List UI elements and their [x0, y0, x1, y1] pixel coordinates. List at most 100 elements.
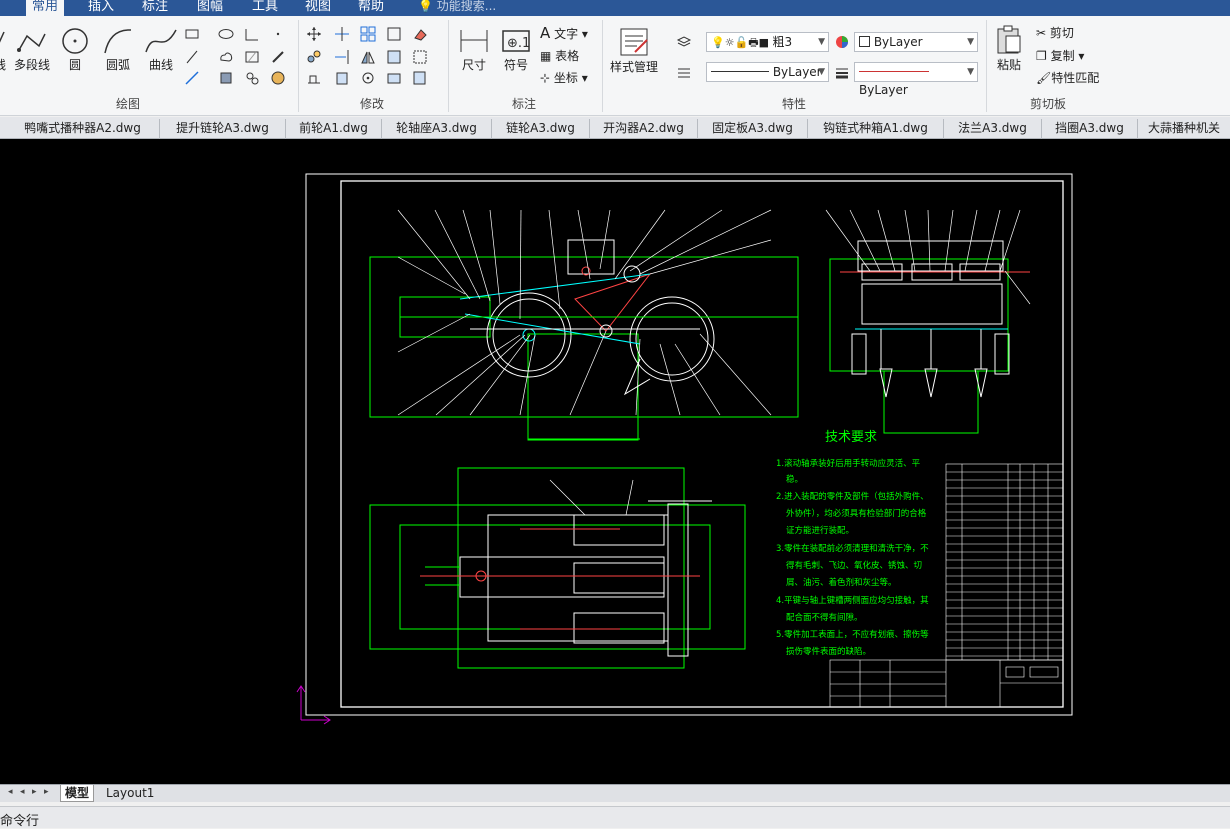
style-manager-tool[interactable]: 样式管理 — [610, 26, 658, 75]
menu-bar: 常用 插入 标注 图幅 工具 视图 帮助 💡 功能搜索... — [0, 0, 1230, 16]
hatch-icon[interactable] — [244, 49, 260, 65]
point-icon[interactable] — [270, 26, 286, 42]
first-tab-icon[interactable]: ◂ — [8, 787, 13, 797]
select-box-icon[interactable] — [412, 49, 428, 65]
last-tab-icon[interactable]: ▸ — [44, 787, 49, 797]
tech-line: 得有毛刺、飞边、氧化皮、锈蚀、切 — [786, 560, 922, 571]
command-line[interactable]: 命令行 — [0, 806, 1230, 829]
tab-help[interactable]: 帮助 — [358, 0, 384, 16]
symbol-tool[interactable]: ⊕.1 符号 — [500, 26, 532, 73]
tab-layout1[interactable]: Layout1 — [102, 785, 158, 802]
offset-icon[interactable] — [386, 26, 402, 42]
file-tab[interactable]: 鸭嘴式播种器A2.dwg — [6, 119, 160, 139]
modify-group-label: 修改 — [360, 97, 385, 111]
linetype-select[interactable]: ByLayer ▼ — [706, 62, 829, 82]
rotate-icon[interactable] — [360, 70, 376, 86]
paste-tool[interactable]: 粘贴 — [994, 24, 1024, 73]
break-icon[interactable] — [386, 70, 402, 86]
file-tab[interactable]: 大蒜播种机关 — [1138, 119, 1230, 139]
tab-model[interactable]: 模型 — [60, 785, 95, 802]
pen-icon[interactable] — [270, 49, 286, 65]
sheet-outer-border — [305, 173, 1073, 716]
line-tool[interactable]: 线 — [0, 28, 6, 73]
ray-icon[interactable] — [184, 70, 200, 86]
color-select[interactable]: ByLayer ▼ — [854, 32, 978, 52]
tech-line: 损伤零件表面的缺陷。 — [786, 646, 871, 657]
ribbon: 线 多段线 圆 圆弧 曲线 绘图 修改 尺寸 ⊕.1 符号 A 文字 ▾ ▦ 表… — [0, 16, 1230, 116]
polyline-tool[interactable]: 多段线 — [14, 28, 50, 73]
rectangle-icon[interactable] — [184, 26, 200, 42]
file-tab[interactable]: 固定板A3.dwg — [698, 119, 808, 139]
curve-tool[interactable]: 曲线 — [144, 26, 178, 73]
dimension-tool[interactable]: 尺寸 — [458, 26, 490, 73]
circle-tool[interactable]: 圆 — [60, 26, 90, 73]
table-icon: ▦ — [540, 49, 552, 63]
tab-home[interactable]: 常用 — [26, 0, 65, 16]
coord-tool[interactable]: ⊹ 坐标 ▾ — [540, 69, 588, 86]
file-tab[interactable]: 前轮A1.dwg — [286, 119, 382, 139]
explode-icon[interactable] — [334, 70, 350, 86]
cut-button[interactable]: ✂ 剪切 — [1036, 24, 1074, 41]
polyline-icon — [17, 33, 46, 52]
file-tab[interactable]: 钩链式种箱A1.dwg — [808, 119, 944, 139]
tab-insert[interactable]: 插入 — [88, 0, 114, 16]
array-icon[interactable] — [360, 26, 376, 42]
match-properties-button[interactable]: 🖌特性匹配 — [1036, 69, 1099, 86]
prev-tab-icon[interactable]: ◂ — [20, 787, 25, 797]
erase-icon[interactable] — [412, 26, 428, 42]
table-tool[interactable]: ▦ 表格 — [540, 47, 579, 64]
lineweight-select[interactable]: ByLayer ▼ — [854, 62, 978, 97]
angle-icon[interactable] — [244, 26, 260, 42]
lineweight-icon[interactable] — [834, 64, 850, 80]
layer-select[interactable]: 💡☼🔓🖶■ 粗3 ▼ — [706, 32, 829, 52]
file-tab[interactable]: 开沟器A2.dwg — [590, 119, 698, 139]
text-tool[interactable]: A 文字 ▾ — [540, 24, 588, 42]
cut-label: 剪切 — [1049, 26, 1074, 40]
file-tab[interactable]: 轮轴座A3.dwg — [382, 119, 492, 139]
chevron-down-icon: ▼ — [967, 67, 974, 77]
tech-line: 屑、油污、着色剂和灰尘等。 — [786, 577, 897, 588]
move-icon[interactable] — [306, 26, 322, 42]
cloud-icon[interactable] — [218, 49, 234, 65]
circle-icon — [62, 28, 88, 54]
construction-line-icon[interactable] — [184, 49, 200, 65]
clipboard-group-label: 剪切板 — [1030, 97, 1067, 111]
block-icon[interactable] — [244, 70, 260, 86]
arc-tool[interactable]: 圆弧 — [102, 26, 134, 73]
ucs-icon — [296, 685, 331, 725]
mirror-icon[interactable] — [360, 49, 376, 65]
tab-tools[interactable]: 工具 — [252, 0, 278, 16]
stretch-icon[interactable] — [306, 70, 322, 86]
file-tab[interactable]: 链轮A3.dwg — [492, 119, 590, 139]
chevron-down-icon: ▼ — [967, 37, 974, 47]
next-tab-icon[interactable]: ▸ — [32, 787, 37, 797]
list-icon[interactable] — [676, 64, 692, 80]
feature-search[interactable]: 💡 功能搜索... — [418, 0, 496, 12]
paste-label: 粘贴 — [996, 58, 1021, 72]
tech-line: 3.零件在装配前必须清理和清洗干净，不 — [776, 543, 929, 554]
arc-tool-label: 圆弧 — [105, 58, 130, 72]
ellipse-icon[interactable] — [218, 26, 234, 42]
copy-modify-icon[interactable] — [306, 49, 322, 65]
region-icon[interactable] — [218, 70, 234, 86]
tab-view[interactable]: 视图 — [305, 0, 331, 16]
tab-annotate[interactable]: 标注 — [142, 0, 168, 16]
wipeout-icon[interactable] — [270, 70, 286, 86]
drawing-canvas[interactable]: 技术要求 1.滚动轴承装好后用手转动应灵活、平 稳。 2.进入装配的零件及部件（… — [0, 139, 1230, 784]
extend-icon[interactable] — [334, 49, 350, 65]
color-wheel-icon[interactable] — [834, 34, 850, 50]
annotate-group-label: 标注 — [512, 97, 537, 111]
file-tab[interactable]: 提升链轮A3.dwg — [160, 119, 286, 139]
color-swatch-icon — [859, 36, 870, 47]
properties-group-label: 特性 — [782, 97, 807, 111]
file-tab[interactable]: 法兰A3.dwg — [944, 119, 1042, 139]
tab-frame[interactable]: 图幅 — [197, 0, 223, 16]
layer-value: 粗3 — [772, 35, 793, 49]
copy-button[interactable]: ❐ 复制 ▾ — [1036, 47, 1084, 64]
ribbon-separator — [298, 20, 299, 112]
file-tab[interactable]: 挡圈A3.dwg — [1042, 119, 1138, 139]
trim-icon[interactable] — [334, 26, 350, 42]
layer-manager-icon[interactable] — [676, 34, 692, 50]
edit-props-icon[interactable] — [412, 70, 428, 86]
scale-icon[interactable] — [386, 49, 402, 65]
